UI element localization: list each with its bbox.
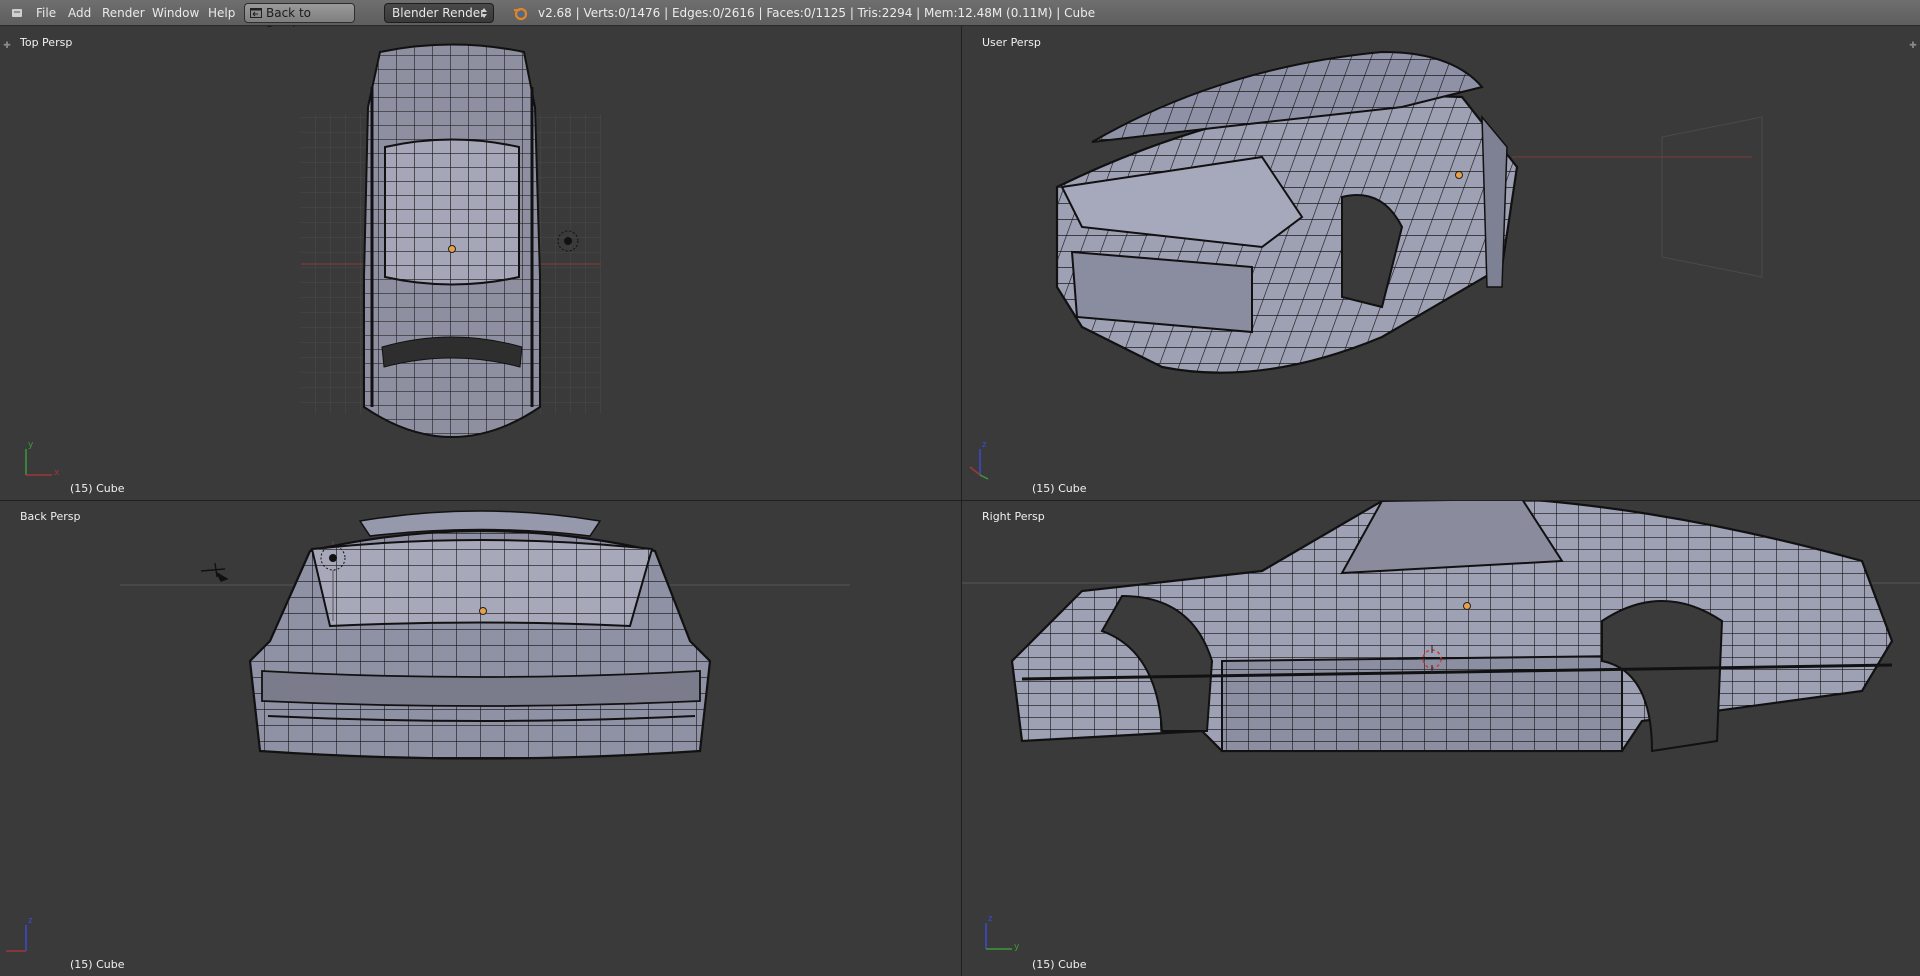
object-origin (1455, 171, 1463, 179)
menu-add[interactable]: Add (68, 0, 91, 26)
top-view-scene: y x (25, 43, 601, 478)
viewport-label: Top Persp (20, 36, 73, 49)
back-to-previous-button[interactable]: Back to Previous (244, 3, 355, 38)
blender-window: File Add Render Window Help Back to Prev… (0, 0, 1920, 976)
viewport-back-persp[interactable]: z Back Persp (15) Cube (0, 501, 961, 976)
car-mesh-user (1055, 50, 1519, 374)
menu-file[interactable]: File (36, 0, 56, 26)
blender-logo-icon (514, 7, 528, 21)
render-engine-select[interactable]: Blender Render (384, 3, 494, 23)
svg-text:z: z (28, 916, 33, 926)
user-view-scene: z (969, 50, 1763, 480)
axis-gizmo: z (6, 916, 33, 952)
car-mesh-top (363, 43, 541, 438)
viewport-user-persp[interactable]: ✚ z User Persp (15) Cube (962, 27, 1920, 500)
active-object-label: (15) Cube (70, 482, 125, 495)
render-engine-value: Blender Render (392, 6, 486, 20)
axis-gizmo: y x (25, 440, 60, 478)
active-object-label: (15) Cube (1032, 482, 1087, 495)
svg-text:z: z (982, 440, 987, 450)
scene-statistics: v2.68 | Verts:0/1476 | Edges:0/2616 | Fa… (538, 6, 1096, 20)
viewport-label: User Persp (982, 36, 1041, 49)
svg-text:x: x (54, 468, 60, 478)
info-header: File Add Render Window Help Back to Prev… (0, 0, 1920, 38)
menu-window[interactable]: Window (152, 0, 199, 26)
axis-gizmo: z (969, 440, 989, 480)
menu-help[interactable]: Help (208, 0, 235, 26)
lamp-icon (320, 545, 346, 621)
viewport-label: Back Persp (20, 510, 81, 523)
3d-cursor-icon (1418, 645, 1446, 673)
back-to-previous-icon (250, 8, 262, 18)
menu-render[interactable]: Render (102, 0, 145, 26)
object-origin (448, 245, 456, 253)
updown-arrows-icon (481, 8, 487, 18)
svg-text:y: y (28, 440, 34, 450)
window-menu-icon[interactable] (10, 5, 26, 21)
camera-icon (200, 562, 229, 582)
viewport-splitter-vertical[interactable] (961, 26, 962, 976)
right-view-overlays (1418, 645, 1446, 673)
viewport-top-persp[interactable]: ✚ y x Top Persp (15) Cube (0, 27, 961, 500)
back-view-overlays (200, 545, 346, 621)
viewport-splitter-horizontal[interactable] (0, 500, 1920, 501)
viewport-right-persp[interactable]: z y Right Persp (15) Cube (962, 501, 1920, 976)
viewport-label: Right Persp (982, 510, 1045, 523)
active-object-label: (15) Cube (1032, 958, 1087, 971)
active-object-label: (15) Cube (70, 958, 125, 971)
perspective-grid (1661, 116, 1763, 278)
